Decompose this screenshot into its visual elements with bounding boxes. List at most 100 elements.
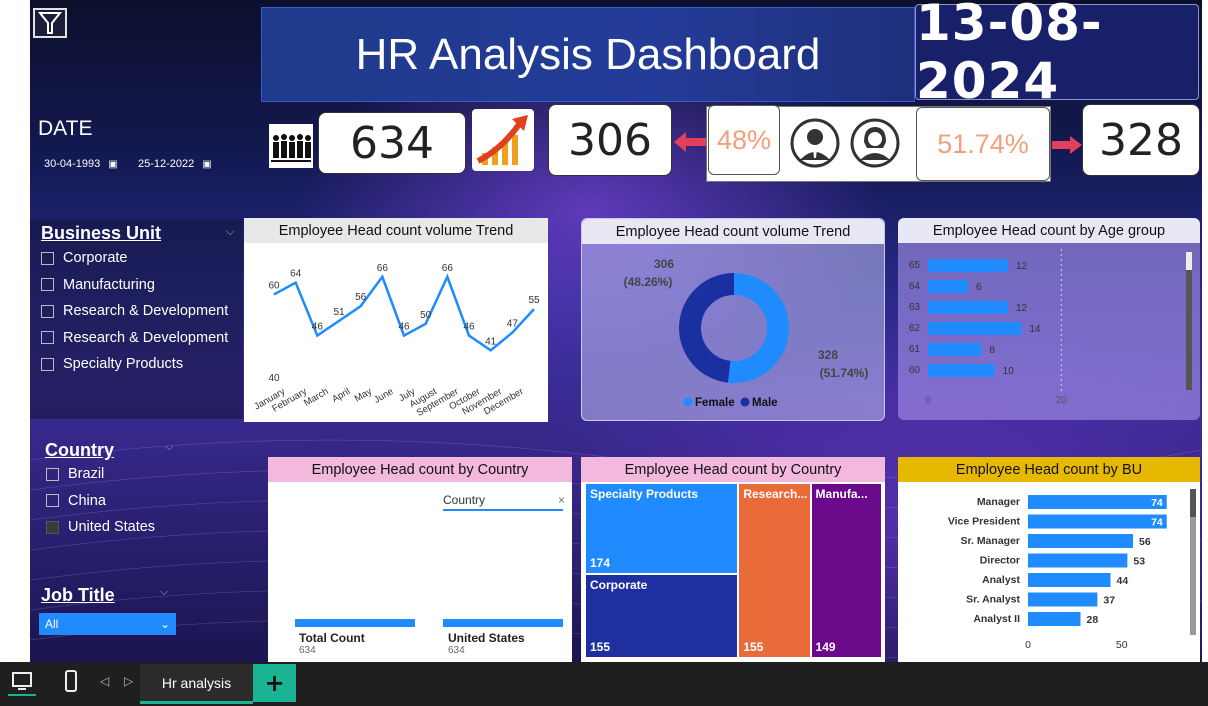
next-page-icon[interactable]: ▷: [124, 674, 133, 688]
slicer-item-manufacturing[interactable]: Manufacturing: [41, 272, 228, 299]
bu-y-tick: Vice President: [948, 516, 1021, 528]
scrollbar-thumb[interactable]: [1186, 252, 1192, 270]
age-bar-label: 6: [976, 282, 982, 293]
country-item-value: 634: [299, 645, 316, 656]
checkbox[interactable]: [46, 467, 59, 481]
current-date: 13-08-2024: [915, 0, 1199, 110]
treemap-tile-value: 155: [590, 639, 611, 654]
slicer-item-china[interactable]: China: [46, 488, 155, 515]
bu-bar-label: 37: [1103, 595, 1115, 607]
chevron-down-icon: ⌄: [159, 617, 170, 631]
checkbox[interactable]: [41, 304, 54, 318]
slicer-item-label: Brazil: [68, 466, 105, 483]
bu-y-tick: Sr. Analyst: [966, 594, 1020, 606]
date-end-input[interactable]: 25-12-2022 ▣: [138, 152, 212, 176]
chevron-down-icon[interactable]: ⌵: [165, 440, 173, 454]
chevron-down-icon[interactable]: ⌵: [160, 585, 168, 599]
male-avatar-icon: [790, 118, 840, 168]
trend-point-label: 47: [507, 319, 519, 330]
date-start-value: 30-04-1993: [44, 158, 101, 170]
age-y-tick: 62: [909, 323, 921, 334]
bu-bar-chart: Manager 74 Vice President 74 Sr. Manager 56 Di…: [948, 495, 1167, 651]
scrollbar[interactable]: [1186, 252, 1192, 390]
bu-bar-label: 28: [1087, 614, 1099, 626]
prev-page-icon[interactable]: ◁: [100, 674, 109, 688]
kpi-female-pct: 51.74%: [916, 107, 1050, 181]
bu-bar: [1028, 553, 1128, 568]
slicer-item-label: Corporate: [63, 250, 128, 267]
treemap-tile: Research... 155: [739, 484, 810, 657]
legend-male-label: Male: [752, 397, 778, 409]
slicer-item-brazil[interactable]: Brazil: [46, 461, 155, 488]
country-list: Brazil China United States: [46, 461, 155, 541]
checkbox[interactable]: [41, 331, 54, 345]
close-icon[interactable]: ×: [558, 493, 565, 507]
age-bar: [928, 322, 1022, 335]
age-bar-label: 12: [1016, 261, 1028, 272]
slicer-item-corporate[interactable]: Corporate: [41, 245, 228, 272]
checkbox[interactable]: [46, 494, 59, 508]
chevron-down-icon[interactable]: ⌵: [226, 225, 234, 239]
donut-female-label: 328: [818, 348, 838, 362]
trend-x-tick: June: [372, 386, 395, 406]
bu-y-tick: Analyst: [982, 574, 1020, 586]
job-title-selected: All: [45, 617, 59, 631]
slicer-item-research[interactable]: Research & Development: [41, 298, 228, 325]
bu-bar: [1028, 514, 1167, 529]
trend-point-label: 55: [528, 295, 540, 306]
trend-x-tick: May: [353, 386, 374, 405]
donut-female-pct: (51.74%): [820, 366, 869, 380]
age-y-tick: 61: [909, 344, 921, 355]
bu-bar-label: 56: [1139, 536, 1151, 548]
trend-x-tick: April: [330, 386, 352, 405]
treemap-tile: Manufa... 149: [811, 484, 881, 657]
checkbox[interactable]: [46, 520, 59, 534]
scrollbar-thumb[interactable]: [1190, 489, 1196, 517]
slicer-item-label: Manufacturing: [63, 276, 155, 293]
kpi-female-count: 328: [1082, 104, 1200, 176]
slicer-item-research-2[interactable]: Research & Development: [41, 325, 228, 352]
add-page-button[interactable]: +: [253, 664, 296, 702]
trend-line-card: Employee Head count volume Trend 60 64 46 5…: [244, 218, 548, 422]
country-filter-input[interactable]: Country ×: [443, 493, 565, 511]
age-y-tick: 63: [909, 302, 921, 313]
treemap-tile: Corporate 155: [586, 575, 738, 657]
page-tab-hr-analysis[interactable]: Hr analysis: [140, 664, 253, 704]
desktop-view-icon[interactable]: [8, 670, 36, 696]
age-bar: [928, 301, 1008, 314]
trend-point-label: 66: [442, 263, 454, 274]
checkbox[interactable]: [41, 278, 54, 292]
treemap-tile-label: Manufa...: [815, 487, 868, 501]
slicer-item-united-states[interactable]: United States: [46, 514, 155, 541]
donut-slice-male: [679, 273, 735, 383]
dashboard-title: HR Analysis Dashboard: [261, 7, 915, 102]
slicer-item-label: China: [68, 492, 106, 509]
date-start-input[interactable]: 30-04-1993 ▣: [44, 152, 118, 176]
slicer-item-specialty[interactable]: Specialty Products: [41, 351, 228, 378]
scrollbar[interactable]: [1190, 489, 1196, 635]
bu-x-tick: 50: [1116, 639, 1128, 651]
trend-point-label: 51: [333, 307, 345, 318]
trend-point-label: 66: [377, 263, 389, 274]
treemap-tile-label: Research...: [743, 487, 808, 501]
trend-card-title: Employee Head count volume Trend: [244, 218, 548, 243]
country-slicer-title: Country: [45, 440, 114, 461]
donut-slice-female: [728, 273, 789, 383]
age-bar: [928, 280, 968, 293]
trend-x-tick: March: [302, 386, 330, 409]
bu-bar-label: 74: [1151, 497, 1163, 509]
legend-female-label: Female: [695, 397, 735, 409]
checkbox[interactable]: [41, 357, 54, 371]
mobile-view-icon[interactable]: [62, 670, 80, 694]
job-title-slicer-title: Job Title: [41, 585, 115, 606]
treemap-tile-label: Specialty Products: [590, 487, 699, 501]
growth-arrow-icon: [472, 109, 534, 171]
country-item-label: United States: [448, 631, 525, 645]
job-title-dropdown[interactable]: All ⌄: [39, 613, 176, 635]
bu-bar: [1028, 495, 1167, 509]
donut-card-title: Employee Head count volume Trend: [582, 219, 884, 244]
left-arrow-icon: [674, 132, 708, 152]
business-unit-list: Corporate Manufacturing Research & Devel…: [41, 245, 228, 378]
checkbox[interactable]: [41, 251, 54, 265]
bu-bar: [1028, 534, 1133, 548]
